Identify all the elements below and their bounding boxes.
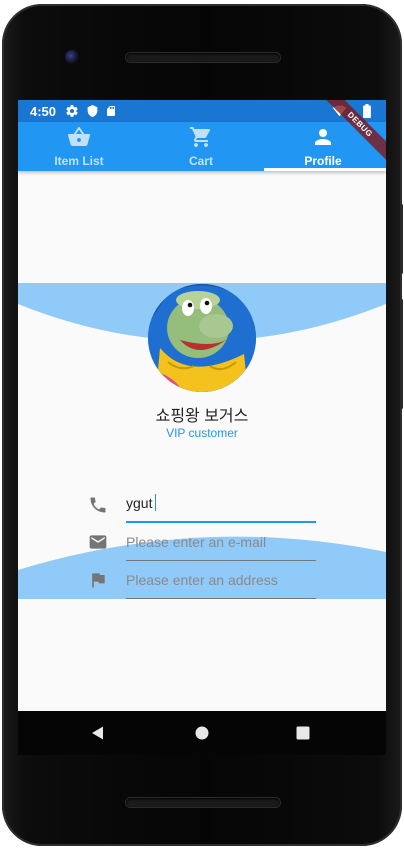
recents-icon[interactable]	[289, 719, 317, 747]
address-field-underline	[126, 598, 316, 599]
phone-field-underline	[126, 521, 316, 523]
bottom-speaker	[126, 798, 280, 807]
email-icon	[89, 535, 107, 549]
system-nav-bar	[18, 711, 386, 755]
tab-item-list[interactable]: Item List	[18, 122, 140, 171]
tab-bar: Item List Cart Profile	[18, 122, 386, 171]
power-button	[400, 204, 403, 274]
cart-icon	[190, 127, 211, 147]
volume-button	[400, 299, 403, 409]
address-field[interactable]	[126, 567, 316, 593]
avatar	[148, 284, 256, 392]
profile-name: 쇼핑왕 보거스	[155, 408, 249, 425]
phone-icon	[90, 497, 106, 513]
tab-indicator	[264, 168, 386, 171]
top-speaker	[126, 53, 280, 62]
email-field[interactable]	[126, 529, 316, 555]
flag-icon	[92, 573, 105, 588]
profile-subtitle: VIP customer	[166, 426, 238, 440]
shopping-basket-icon	[68, 126, 90, 146]
tab-label-cart: Cart	[188, 154, 213, 168]
home-icon[interactable]	[188, 719, 216, 747]
person-icon	[315, 129, 331, 145]
text-caret	[155, 494, 156, 511]
email-field-underline	[126, 560, 316, 561]
tab-label-item-list: Item List	[54, 154, 104, 168]
cartoon-character-avatar	[148, 284, 256, 392]
back-icon[interactable]	[84, 719, 112, 747]
tab-label-profile: Profile	[304, 154, 342, 168]
front-camera	[65, 50, 79, 64]
tab-cart[interactable]: Cart	[140, 122, 262, 171]
app-screen: 4:50 DEBUG Item List Cart Profile 쇼핑왕 보거…	[18, 100, 386, 711]
